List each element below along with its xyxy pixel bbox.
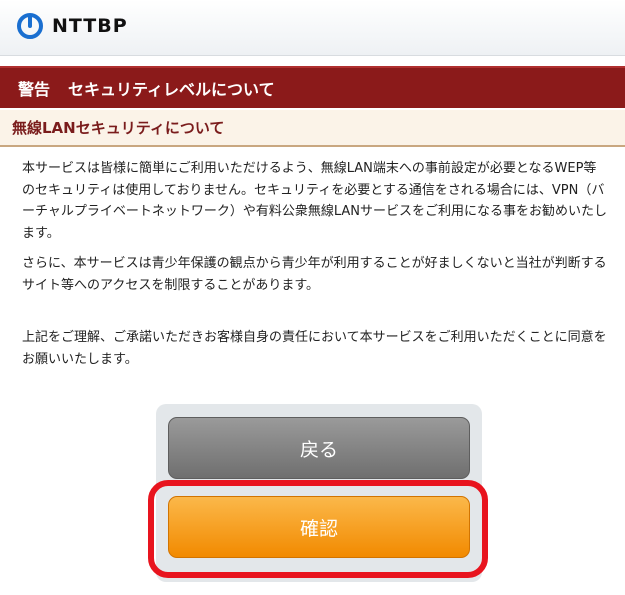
logo: NTTBP	[17, 13, 128, 39]
nttbp-logo-icon	[17, 13, 43, 39]
paragraph-consent: 上記をご理解、ご承諾いただきお客様自身の責任において本サービスをご利用いただくこ…	[22, 330, 607, 367]
logo-text: NTTBP	[52, 15, 128, 37]
back-button-label: 戻る	[299, 438, 338, 461]
confirm-button[interactable]: 確認	[168, 496, 470, 558]
warning-title: セキュリティレベルについて	[68, 80, 275, 99]
header: NTTBP	[0, 0, 625, 56]
warning-tag: 警告	[18, 80, 51, 99]
warning-bar: 警告 セキュリティレベルについて	[0, 66, 625, 108]
paragraph-vpn-notice: 本サービスは皆様に簡単にご利用いただけるよう、無線LAN端末への事前設定が必要と…	[22, 161, 608, 241]
back-button[interactable]: 戻る	[168, 417, 470, 479]
confirm-button-label: 確認	[299, 517, 338, 540]
body-text: 本サービスは皆様に簡単にご利用いただけるよう、無線LAN端末への事前設定が必要と…	[22, 158, 608, 379]
section-title: 無線LANセキュリティについて	[0, 110, 625, 147]
paragraph-filtering-notice: さらに、本サービスは青少年保護の観点から青少年が利用することが好ましくないと当社…	[22, 256, 607, 293]
page: NTTBP 警告 セキュリティレベルについて 無線LANセキュリティについて 本…	[0, 0, 625, 595]
